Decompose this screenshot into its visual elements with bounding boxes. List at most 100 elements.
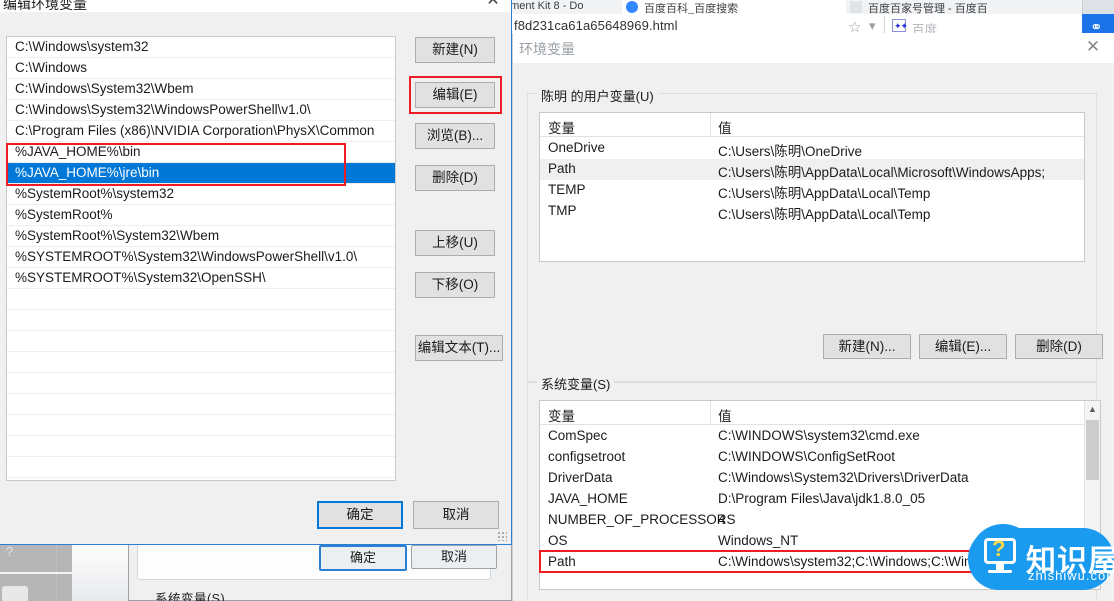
env-dialog-titlebar: 环境变量 ✕	[513, 33, 1114, 63]
system-row-name: configsetroot	[548, 449, 626, 464]
edit-button[interactable]: 编辑(E)	[415, 82, 495, 108]
system-row-name: NUMBER_OF_PROCESSORS	[548, 512, 736, 527]
list-item-label: %SystemRoot%\system32	[15, 186, 175, 201]
resize-grip[interactable]	[497, 531, 507, 541]
user-table-row[interactable]: TEMP C:\Users\陈明\AppData\Local\Temp	[540, 180, 1084, 201]
screen-root: ? 确定 取消 系统变量(S) pment Kit 8 - Do 百度百科_百度…	[0, 0, 1114, 601]
system-variables-legend: 系统变量(S)	[537, 374, 615, 393]
delete-button[interactable]: 删除(D)	[415, 165, 495, 191]
browser-tab-0[interactable]: pment Kit 8 - Do	[512, 0, 623, 14]
address-bar-url[interactable]: f8d231ca61a65648969.html	[514, 18, 678, 33]
env-dialog-body: 陈明 的用户变量(U) 变量 值 OneDrive C:\Users\陈明\On…	[513, 63, 1114, 601]
system-row-name: ComSpec	[548, 428, 608, 443]
list-item-empty[interactable]	[7, 373, 395, 394]
tab-favicon-icon	[626, 1, 638, 13]
user-row-value: C:\Users\陈明\AppData\Local\Temp	[718, 207, 931, 222]
list-item-label: C:\Program Files (x86)\NVIDIA Corporatio…	[15, 123, 375, 138]
system-table-row[interactable]: DriverData C:\Windows\System32\Drivers\D…	[540, 468, 1100, 489]
list-item-empty[interactable]	[7, 457, 395, 478]
system-table-row[interactable]: JAVA_HOME D:\Program Files\Java\jdk1.8.0…	[540, 489, 1100, 510]
system-header-sep	[710, 401, 711, 425]
user-edit-button[interactable]: 编辑(E)...	[919, 334, 1007, 359]
list-item[interactable]: C:\Windows\System32\WindowsPowerShell\v1…	[7, 100, 395, 121]
user-header-sep	[710, 113, 711, 137]
user-col-name: 变量	[548, 121, 575, 136]
list-item-label: %SYSTEMROOT%\System32\OpenSSH\	[15, 270, 266, 285]
bg-question-mark: ?	[6, 544, 14, 559]
list-item-label: C:\Windows\System32\Wbem	[15, 81, 194, 96]
user-table-row[interactable]: TMP C:\Users\陈明\AppData\Local\Temp	[540, 201, 1084, 222]
list-item-label: C:\Windows\System32\WindowsPowerShell\v1…	[15, 102, 311, 117]
list-item[interactable]: C:\Program Files (x86)\NVIDIA Corporatio…	[7, 121, 395, 142]
edit-text-button[interactable]: 编辑文本(T)...	[415, 335, 503, 361]
list-item-empty[interactable]	[7, 289, 395, 310]
list-item[interactable]: %SystemRoot%\System32\Wbem	[7, 226, 395, 247]
user-table-row[interactable]: Path C:\Users\陈明\AppData\Local\Microsoft…	[540, 159, 1084, 180]
user-row-name: TEMP	[548, 182, 586, 197]
monitor-base	[988, 570, 1012, 573]
user-row-value: C:\Users\陈明\AppData\Local\Microsoft\Wind…	[718, 165, 1046, 180]
close-icon[interactable]: ✕	[1079, 37, 1107, 57]
list-item-empty[interactable]	[7, 436, 395, 457]
system-table-row[interactable]: ComSpec C:\WINDOWS\system32\cmd.exe	[540, 426, 1100, 447]
user-row-name: Path	[548, 161, 576, 176]
list-item-empty[interactable]	[7, 331, 395, 352]
user-row-value: C:\Users\陈明\OneDrive	[718, 144, 863, 159]
list-item[interactable]: %JAVA_HOME%\bin	[7, 142, 395, 163]
list-item[interactable]: %SystemRoot%\system32	[7, 184, 395, 205]
browser-tab-1[interactable]: 百度百科_百度搜索	[622, 0, 847, 14]
user-delete-button[interactable]: 删除(D)	[1015, 334, 1103, 359]
move-down-button[interactable]: 下移(O)	[415, 272, 495, 298]
background-system-legend: 系统变量(S)	[155, 592, 226, 601]
browser-tab-2[interactable]: 百度百家号管理 - 百度百	[846, 0, 1083, 14]
list-item[interactable]: %SYSTEMROOT%\System32\WindowsPowerShell\…	[7, 247, 395, 268]
list-item[interactable]: C:\Windows\system32	[7, 37, 395, 58]
tab-favicon-icon	[850, 1, 862, 13]
system-table-row[interactable]: configsetroot C:\WINDOWS\ConfigSetRoot	[540, 447, 1100, 468]
user-row-name: OneDrive	[548, 140, 606, 155]
chevron-up-icon[interactable]: ▲	[1085, 401, 1100, 418]
omnibox-separator	[884, 16, 885, 34]
system-row-value: C:\WINDOWS\system32\cmd.exe	[718, 428, 920, 443]
user-table-row[interactable]: OneDrive C:\Users\陈明\OneDrive	[540, 138, 1084, 159]
user-new-button[interactable]: 新建(N)...	[823, 334, 911, 359]
tab-label: 百度百家号管理 - 百度百	[868, 3, 988, 14]
user-variables-table[interactable]: 变量 值 OneDrive C:\Users\陈明\OneDrive Path …	[539, 112, 1085, 262]
system-row-value: D:\Program Files\Java\jdk1.8.0_05	[718, 491, 926, 506]
system-row-name: Path	[548, 554, 576, 569]
list-item-label: %SystemRoot%\System32\Wbem	[15, 228, 220, 243]
list-item[interactable]: C:\Windows	[7, 58, 395, 79]
list-item[interactable]: %SYSTEMROOT%\System32\OpenSSH\	[7, 268, 395, 289]
scrollbar-thumb[interactable]	[1086, 420, 1099, 480]
tab-label: pment Kit 8 - Do	[512, 0, 584, 12]
list-item[interactable]: %SystemRoot%	[7, 205, 395, 226]
user-col-value: 值	[718, 121, 732, 136]
cancel-button[interactable]: 取消	[413, 501, 499, 529]
close-icon[interactable]: ✕	[481, 0, 505, 10]
user-row-value: C:\Users\陈明\AppData\Local\Temp	[718, 186, 931, 201]
system-row-name: DriverData	[548, 470, 613, 485]
system-table-header: 变量 值	[540, 401, 1100, 425]
chevron-down-icon[interactable]: ▾	[869, 18, 876, 34]
move-up-button[interactable]: 上移(U)	[415, 230, 495, 256]
list-item-empty[interactable]	[7, 310, 395, 331]
background-cancel-button[interactable]: 取消	[411, 545, 497, 569]
list-item-empty[interactable]	[7, 352, 395, 373]
browser-tab-strip: pment Kit 8 - Do 百度百科_百度搜索 百度百家号管理 - 百度百	[512, 0, 1114, 14]
list-item-label: %JAVA_HOME%\bin	[15, 144, 141, 159]
browse-button[interactable]: 浏览(B)...	[415, 123, 495, 149]
path-entries-listbox[interactable]: C:\Windows\system32 C:\Windows C:\Window…	[6, 36, 396, 481]
user-row-name: TMP	[548, 203, 577, 218]
new-button[interactable]: 新建(N)	[415, 37, 495, 63]
baidu-paw-glyph: ✦✦	[894, 21, 908, 31]
system-row-name: JAVA_HOME	[548, 491, 628, 506]
list-item-label: %SYSTEMROOT%\System32\WindowsPowerShell\…	[15, 249, 358, 264]
ok-button[interactable]: 确定	[317, 501, 403, 529]
bg-dotted-divider	[56, 542, 57, 601]
list-item-selected[interactable]: %JAVA_HOME%\jre\bin	[7, 163, 395, 184]
list-item-empty[interactable]	[7, 394, 395, 415]
background-ok-button[interactable]: 确定	[319, 545, 407, 571]
list-item-empty[interactable]	[7, 415, 395, 436]
list-item-label: %SystemRoot%	[15, 207, 113, 222]
list-item[interactable]: C:\Windows\System32\Wbem	[7, 79, 395, 100]
